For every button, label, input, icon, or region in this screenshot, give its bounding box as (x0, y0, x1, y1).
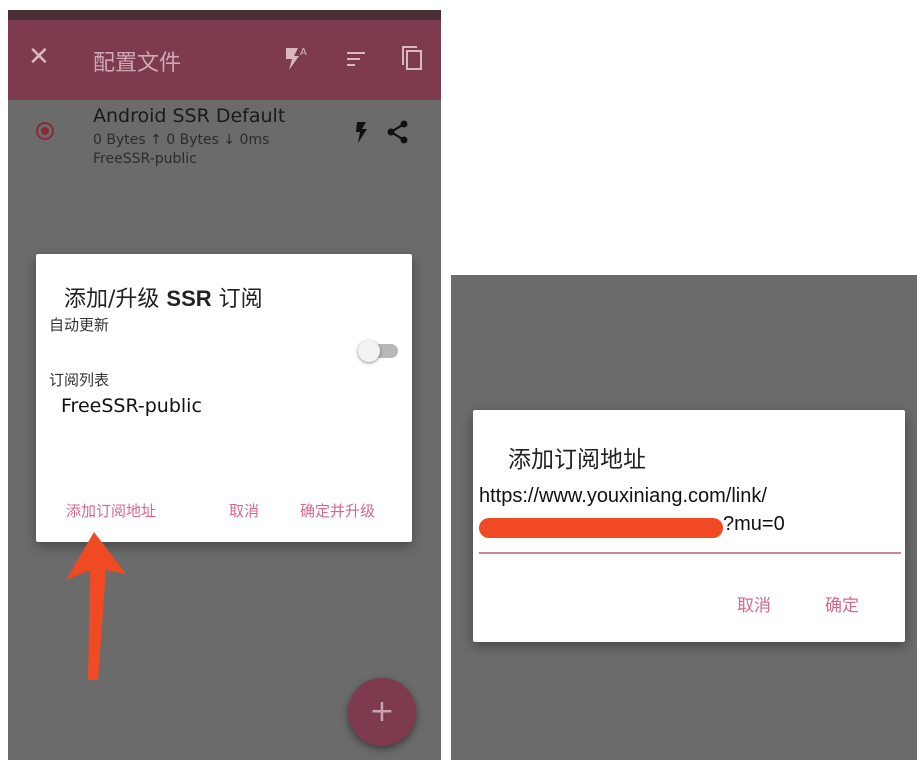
svg-text:A: A (300, 47, 307, 58)
status-bar (8, 10, 441, 20)
copy-icon[interactable] (396, 42, 428, 74)
dialog-title: 添加/升级 SSR 订阅 (64, 286, 263, 312)
confirm-button[interactable]: 确定 (825, 591, 859, 616)
dialog-title: 添加订阅地址 (508, 447, 646, 473)
auto-update-label: 自动更新 (49, 316, 110, 334)
url-input-line1[interactable]: https://www.youxiniang.com/link/ (479, 485, 767, 508)
cancel-button[interactable]: 取消 (737, 591, 771, 616)
add-fab[interactable]: + (348, 678, 416, 746)
redaction-mark (479, 518, 723, 538)
annotation-arrow (66, 532, 126, 680)
subscription-dialog: 添加/升级 SSR 订阅 自动更新 订阅列表 FreeSSR-public 添加… (36, 254, 412, 542)
right-phone-screen: 添加订阅地址 https://www.youxiniang.com/link/ … (451, 275, 917, 760)
subscription-item[interactable]: FreeSSR-public (61, 395, 202, 417)
add-subscription-button[interactable]: 添加订阅地址 (66, 500, 156, 521)
share-icon[interactable] (384, 118, 412, 146)
selected-radio[interactable] (36, 122, 54, 140)
left-phone-screen: ✕ 配置文件 A Android SSR Default 0 Bytes ↑ 0… (8, 10, 441, 760)
profile-name: Android SSR Default (93, 105, 286, 127)
cancel-button[interactable]: 取消 (229, 500, 259, 521)
profile-traffic: 0 Bytes ↑ 0 Bytes ↓ 0ms (93, 132, 270, 148)
profile-list-item[interactable]: Android SSR Default 0 Bytes ↑ 0 Bytes ↓ … (8, 100, 441, 180)
confirm-upgrade-button[interactable]: 确定并升级 (300, 500, 375, 521)
flash-auto-icon[interactable]: A (280, 42, 312, 74)
toolbar: ✕ 配置文件 A (8, 20, 441, 100)
sort-icon[interactable] (341, 42, 373, 74)
auto-update-toggle[interactable] (358, 340, 400, 362)
toolbar-title: 配置文件 (93, 51, 182, 76)
subscription-list-label: 订阅列表 (49, 371, 110, 389)
close-icon[interactable]: ✕ (28, 44, 50, 70)
flash-icon[interactable] (348, 118, 376, 146)
url-input-underline (479, 552, 901, 554)
add-subscription-dialog: 添加订阅地址 https://www.youxiniang.com/link/ … (473, 410, 905, 642)
profile-group: FreeSSR-public (93, 151, 197, 167)
toggle-thumb (358, 340, 380, 362)
url-suffix: ?mu=0 (723, 513, 785, 535)
